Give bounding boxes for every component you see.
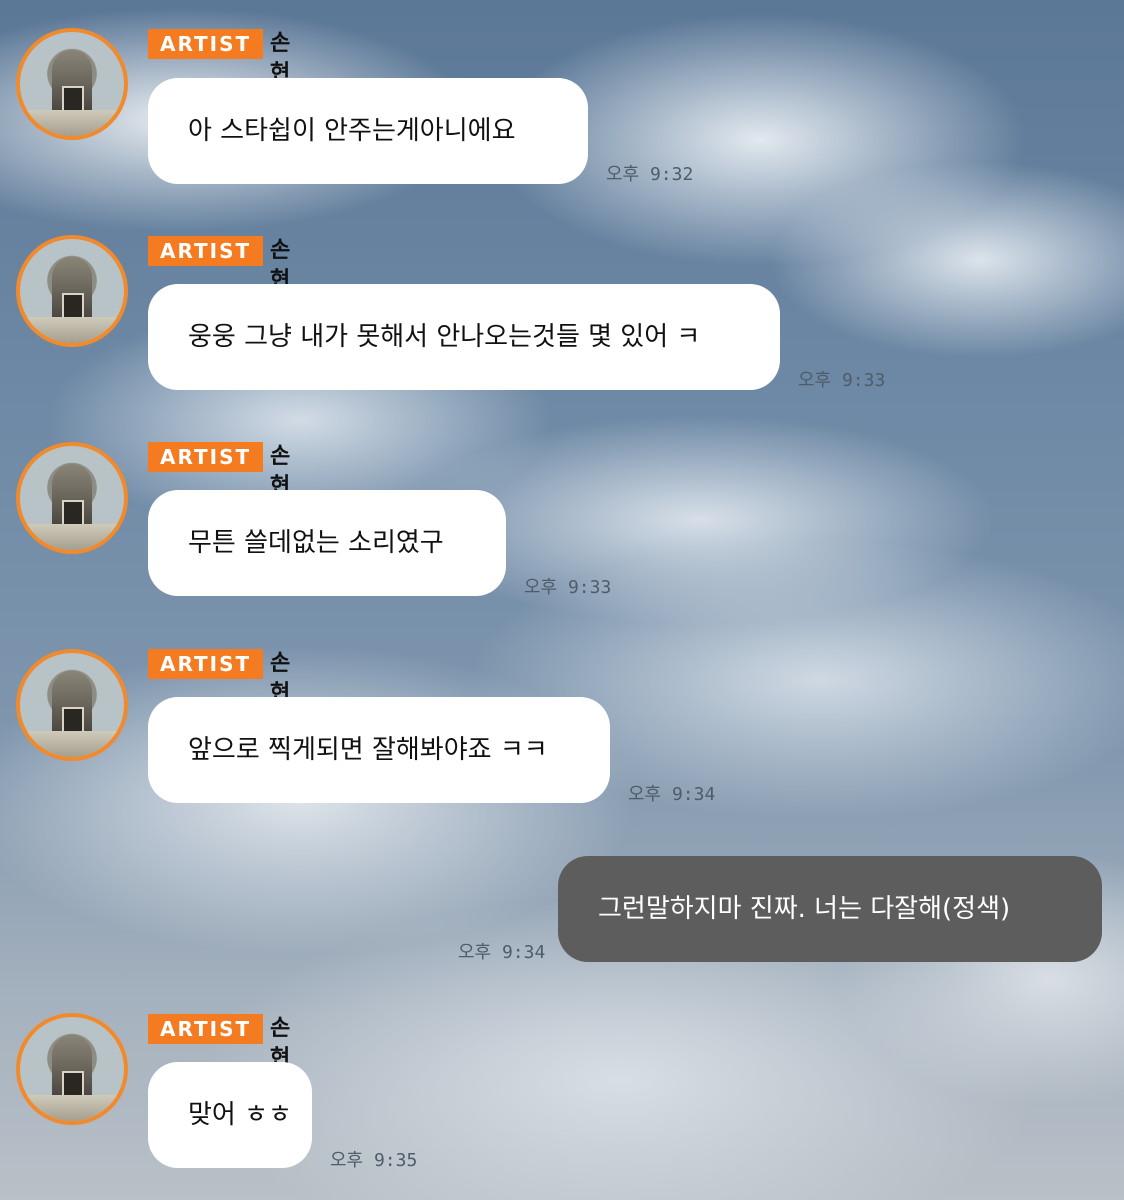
avatar[interactable] xyxy=(16,649,128,761)
avatar-image-ground xyxy=(20,1095,124,1121)
avatar-image-ground xyxy=(20,317,124,343)
message-time: 오후 9:32 xyxy=(606,164,694,185)
avatar-image-ground xyxy=(20,524,124,550)
message-bubble[interactable]: 앞으로 찍게되면 잘해봐야죠 ㅋㅋ xyxy=(148,697,610,803)
message-time: 오후 9:34 xyxy=(628,784,716,805)
artist-badge: ARTIST xyxy=(148,1014,264,1044)
message-time: 오후 9:35 xyxy=(330,1150,418,1171)
avatar-image-ground xyxy=(20,110,124,136)
message-time: 오후 9:33 xyxy=(798,370,886,391)
avatar[interactable] xyxy=(16,235,128,347)
artist-badge: ARTIST xyxy=(148,442,264,472)
avatar[interactable] xyxy=(16,442,128,554)
avatar[interactable] xyxy=(16,1013,128,1125)
message-bubble[interactable]: 아 스타쉽이 안주는게아니에요 xyxy=(148,78,588,184)
message-bubble-own[interactable]: 그런말하지마 진짜. 너는 다잘해(정색) xyxy=(558,856,1102,962)
message-bubble[interactable]: 맞어 ㅎㅎ xyxy=(148,1062,312,1168)
message-bubble[interactable]: 웅웅 그냥 내가 못해서 안나오는것들 몇 있어 ㅋ xyxy=(148,284,780,390)
message-time: 오후 9:34 xyxy=(458,942,546,963)
message-time: 오후 9:33 xyxy=(524,577,612,598)
artist-badge: ARTIST xyxy=(148,236,264,266)
artist-badge: ARTIST xyxy=(148,29,264,59)
avatar[interactable] xyxy=(16,28,128,140)
message-bubble[interactable]: 무튼 쓸데없는 소리였구 xyxy=(148,490,506,596)
artist-badge: ARTIST xyxy=(148,649,264,679)
avatar-image-ground xyxy=(20,731,124,757)
